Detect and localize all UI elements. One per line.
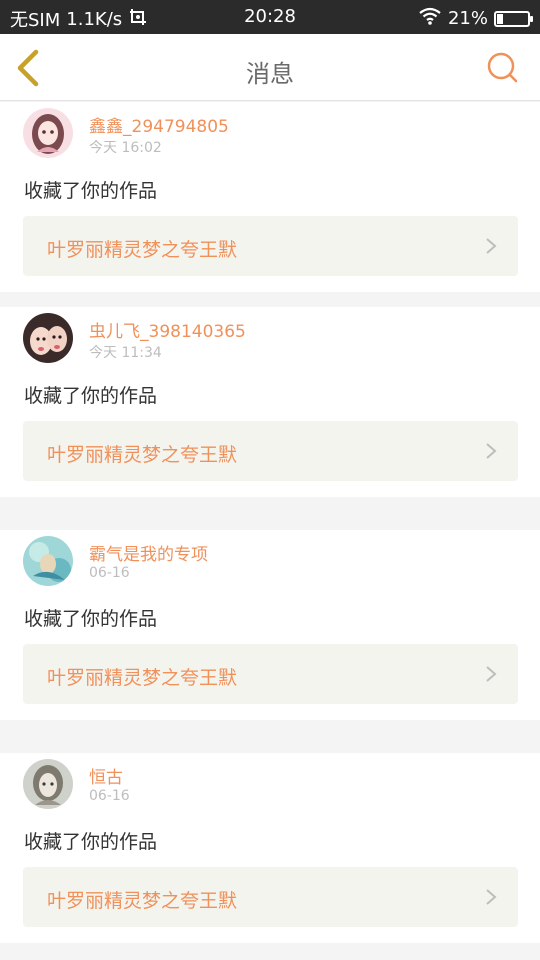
- chevron-right-icon: [486, 889, 497, 905]
- page-title: 消息: [246, 60, 294, 88]
- chevron-right-icon: [486, 238, 497, 254]
- search-button[interactable]: [486, 51, 520, 85]
- work-title: 叶罗丽精灵梦之夸王默: [47, 239, 238, 261]
- timestamp: 06-16: [89, 788, 130, 804]
- action-text: 收藏了你的作品: [24, 608, 158, 630]
- chevron-right-icon: [486, 666, 497, 682]
- username[interactable]: 鑫鑫_294794805: [89, 112, 229, 137]
- chevron-right-icon: [486, 443, 497, 459]
- search-icon: [487, 52, 518, 83]
- work-link[interactable]: 叶罗丽精灵梦之夸王默: [23, 644, 518, 704]
- work-link[interactable]: 叶罗丽精灵梦之夸王默: [23, 216, 518, 276]
- work-link[interactable]: 叶罗丽精灵梦之夸王默: [23, 867, 518, 927]
- avatar[interactable]: [23, 536, 73, 586]
- avatar[interactable]: [23, 759, 73, 809]
- work-title: 叶罗丽精灵梦之夸王默: [47, 444, 238, 466]
- message-item[interactable]: 霸气是我的专项 06-16 收藏了你的作品 叶罗丽精灵梦之夸王默: [0, 530, 540, 720]
- battery-icon: [494, 10, 533, 27]
- username[interactable]: 霸气是我的专项: [89, 540, 208, 565]
- timestamp: 今天 16:02: [89, 140, 162, 156]
- battery-fill: [497, 13, 503, 24]
- message-item[interactable]: 恒古 06-16 收藏了你的作品 叶罗丽精灵梦之夸王默: [0, 753, 540, 943]
- status-bar: 无SIM 1.1K/s 20:28 21%: [0, 0, 540, 34]
- avatar[interactable]: [23, 108, 73, 158]
- action-text: 收藏了你的作品: [24, 385, 158, 407]
- username[interactable]: 恒古: [89, 763, 123, 788]
- work-title: 叶罗丽精灵梦之夸王默: [47, 667, 238, 689]
- action-text: 收藏了你的作品: [24, 180, 158, 202]
- message-item[interactable]: 虫儿飞_398140365 今天 11:34 收藏了你的作品 叶罗丽精灵梦之夸王…: [0, 307, 540, 497]
- message-item[interactable]: 鑫鑫_294794805 今天 16:02 收藏了你的作品 叶罗丽精灵梦之夸王默: [0, 102, 540, 292]
- work-link[interactable]: 叶罗丽精灵梦之夸王默: [23, 421, 518, 481]
- work-title: 叶罗丽精灵梦之夸王默: [47, 890, 238, 912]
- timestamp: 06-16: [89, 565, 130, 581]
- username[interactable]: 虫儿飞_398140365: [89, 317, 246, 342]
- timestamp: 今天 11:34: [89, 345, 162, 361]
- header-bar: 消息: [0, 34, 540, 101]
- status-right: 21%: [418, 6, 533, 31]
- wifi-icon: [418, 6, 442, 31]
- battery-percent: 21%: [447, 8, 488, 29]
- avatar[interactable]: [23, 313, 73, 363]
- action-text: 收藏了你的作品: [24, 831, 158, 853]
